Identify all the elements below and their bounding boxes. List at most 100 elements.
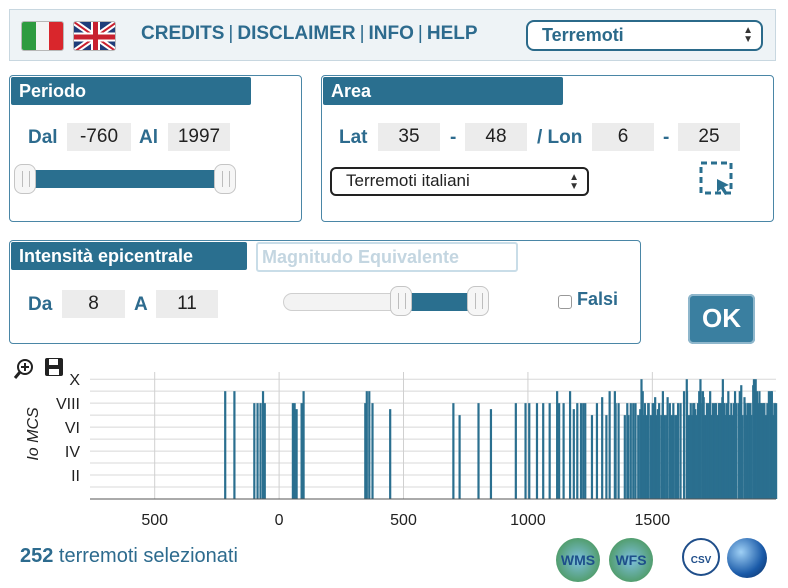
chart-bar — [568, 391, 572, 499]
chart-bar — [775, 403, 778, 499]
intensity-slider-start-handle[interactable] — [389, 286, 412, 316]
chart-bar — [584, 403, 587, 499]
chart-bar — [666, 397, 669, 499]
period-slider-end-handle[interactable] — [214, 164, 236, 194]
y-tick-label: IV — [65, 444, 80, 461]
credits-link[interactable]: CREDITS — [141, 23, 224, 44]
x-tick-label: 1000 — [510, 512, 546, 529]
info-link[interactable]: INFO — [369, 23, 414, 44]
from-intensity-label: Da — [28, 294, 53, 315]
chart-bar — [389, 409, 392, 499]
help-link[interactable]: HELP — [427, 23, 478, 44]
disclaimer-link[interactable]: DISCLAIMER — [237, 23, 355, 44]
english-flag-icon[interactable] — [73, 21, 116, 51]
chart-bar — [256, 403, 259, 499]
magnitude-tab[interactable]: Magnitudo Equivalente — [256, 242, 518, 272]
area-select-tool-icon[interactable] — [699, 161, 735, 197]
falsi-label: Falsi — [577, 289, 619, 309]
chart-bar — [514, 403, 517, 499]
chart-bar — [295, 409, 298, 499]
chart-bar — [293, 403, 296, 499]
chart-bar — [542, 403, 545, 499]
lat-label: Lat — [339, 127, 368, 148]
select-arrows-icon: ▲ ▼ — [569, 172, 579, 192]
chart-bar — [734, 403, 738, 499]
layer-select[interactable]: Terremoti ▲ ▼ — [526, 20, 763, 51]
chart-bar — [672, 403, 675, 499]
chart-bar — [647, 403, 650, 499]
chart-bar — [300, 403, 303, 499]
x-tick-label: 500 — [390, 512, 417, 529]
chart-bar — [658, 403, 661, 499]
lat-dash: - — [450, 127, 457, 148]
period-slider-start-handle[interactable] — [14, 164, 36, 194]
chart-bar — [623, 415, 626, 499]
chart-bar — [253, 403, 256, 499]
x-tick-label: 500 — [141, 512, 168, 529]
chart-bar — [458, 415, 461, 499]
chart-bar — [368, 391, 371, 499]
wms-label: WMS — [560, 552, 596, 568]
wfs-service-icon[interactable]: WFS — [609, 538, 653, 582]
separator: | — [417, 23, 423, 44]
from-intensity-input[interactable]: 8 — [62, 290, 125, 318]
to-intensity-label: A — [134, 294, 148, 315]
falsi-checkbox[interactable] — [558, 295, 572, 309]
intensity-title: Intensità epicentrale — [11, 242, 247, 270]
chart-bar — [590, 415, 594, 499]
chart-bar — [632, 403, 635, 499]
lon-label: / Lon — [537, 127, 583, 148]
y-axis-label: Io MCS — [25, 407, 42, 461]
chart-bar — [750, 415, 753, 499]
chart-bar — [686, 415, 690, 499]
intensity-slider-end-handle[interactable] — [467, 286, 489, 316]
chart-bar — [556, 391, 559, 499]
top-bar: CREDITS | DISCLAIMER | INFO | HELP Terremoti ▲… — [9, 9, 776, 61]
y-tick-label: X — [69, 372, 80, 389]
period-slider-range — [28, 170, 226, 188]
y-tick-label: VIII — [56, 396, 80, 413]
chart-bar — [562, 403, 565, 499]
to-intensity-input[interactable]: 11 — [156, 290, 218, 318]
wms-service-icon[interactable]: WMS — [556, 538, 600, 582]
y-tick-label: VI — [65, 420, 80, 437]
y-tick-label: II — [71, 468, 80, 485]
chart-bar — [767, 391, 770, 499]
ok-button[interactable]: OK — [688, 294, 755, 344]
separator: | — [228, 23, 234, 44]
csv-label: CSV — [690, 555, 712, 566]
chart-bar — [617, 403, 620, 499]
italian-flag-icon[interactable] — [21, 21, 64, 51]
chart-bar — [663, 415, 666, 499]
csv-export-icon[interactable]: CSV — [682, 538, 720, 576]
chart-bar — [741, 415, 744, 499]
chart-bar — [582, 403, 585, 499]
chart-bar — [661, 391, 664, 499]
chart-bar — [634, 403, 637, 499]
area-preset-select[interactable]: Terremoti italiani ▲ ▼ — [330, 167, 589, 196]
chart-bar — [676, 403, 680, 499]
chart-bar — [608, 391, 611, 499]
layer-select-value: Terremoti — [542, 25, 624, 45]
chart-bar — [302, 391, 305, 499]
selection-status: 252 terremoti selezionati — [20, 545, 238, 568]
selected-count: 252 — [20, 545, 54, 567]
nav-links: CREDITS | DISCLAIMER | INFO | HELP — [141, 23, 478, 45]
from-year-input[interactable]: -760 — [67, 123, 131, 151]
x-tick-label: 1500 — [635, 512, 671, 529]
lat-min-input[interactable]: 35 — [378, 123, 440, 151]
separator: | — [359, 23, 365, 44]
chart-bar — [572, 409, 575, 499]
lon-dash: - — [663, 127, 670, 148]
lon-min-input[interactable]: 6 — [592, 123, 654, 151]
chart-bar — [233, 391, 236, 499]
lon-max-input[interactable]: 25 — [678, 123, 740, 151]
chart-bar — [365, 391, 368, 499]
chart-bar — [627, 415, 630, 499]
chart-bar — [576, 403, 579, 499]
google-earth-icon[interactable] — [727, 538, 767, 578]
lat-max-input[interactable]: 48 — [465, 123, 527, 151]
to-year-input[interactable]: 1997 — [168, 123, 230, 151]
chart-bar — [558, 403, 561, 499]
chart-bar — [595, 403, 599, 499]
